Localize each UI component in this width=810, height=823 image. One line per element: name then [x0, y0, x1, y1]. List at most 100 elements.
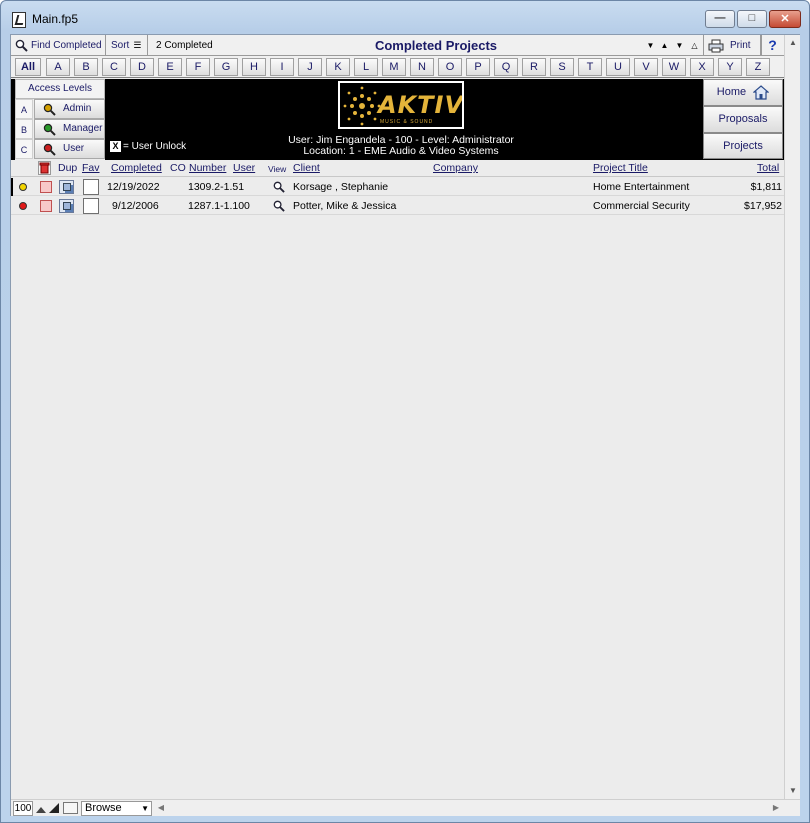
admin-button[interactable]: Admin [34, 99, 105, 119]
manager-label: Manager [63, 123, 103, 134]
admin-label: Admin [63, 103, 92, 114]
next-record-icon[interactable]: ▼ [673, 38, 686, 53]
alpha-filter-a[interactable]: A [46, 58, 70, 76]
maximize-button[interactable]: □ [737, 10, 767, 28]
dropdown-arrow-icon[interactable]: ▼ [644, 38, 657, 53]
row-marker [11, 197, 13, 215]
number-header[interactable]: Number [189, 162, 226, 174]
magnifier-icon [43, 103, 56, 116]
client-name: Korsage , Stephanie [293, 181, 389, 193]
logo-sunburst-icon [343, 86, 381, 126]
table-row[interactable]: 12/19/2022 1309.2-1.51 Korsage , Stephan… [11, 178, 784, 196]
zoom-out-icon[interactable] [35, 802, 47, 814]
project-number: 1287.1-1.100 [188, 200, 250, 212]
header-banner: Access Levels A Admin B Manager C User X… [11, 79, 784, 160]
client-name: Potter, Mike & Jessica [293, 200, 397, 212]
mode-select[interactable]: Browse ▼ [81, 801, 152, 816]
client-header[interactable]: Client [293, 162, 320, 174]
alpha-filter-z[interactable]: Z [746, 58, 770, 76]
co-header: CO [170, 162, 186, 174]
user-header[interactable]: User [233, 162, 255, 174]
alpha-filter-w[interactable]: W [662, 58, 686, 76]
scroll-right-icon[interactable]: ▶ [769, 800, 783, 816]
duplicate-button[interactable] [59, 199, 74, 213]
status-area-toggle-icon[interactable] [63, 802, 78, 814]
sort-filter-icon: ☰ [133, 40, 142, 50]
first-record-icon[interactable]: △ [688, 38, 701, 53]
alpha-filter-v[interactable]: V [634, 58, 658, 76]
view-magnifier-icon[interactable] [273, 200, 285, 212]
table-row[interactable]: 9/12/2006 1287.1-1.100 Potter, Mike & Je… [11, 197, 784, 215]
access-letter: A [15, 99, 33, 119]
alpha-filter-e[interactable]: E [158, 58, 182, 76]
proposals-button[interactable]: Proposals [703, 106, 783, 133]
projects-button[interactable]: Projects [703, 133, 783, 159]
alpha-filter-l[interactable]: L [354, 58, 378, 76]
alpha-filter-p[interactable]: P [466, 58, 490, 76]
magnifier-icon [43, 123, 56, 136]
sort-button[interactable]: Sort ☰ [106, 35, 148, 56]
company-logo: AKTIV MUSIC & SOUND [338, 81, 464, 129]
user-button[interactable]: User [34, 139, 105, 159]
help-button[interactable]: ? [761, 35, 783, 56]
alpha-filter-k[interactable]: K [326, 58, 350, 76]
alpha-filter-h[interactable]: H [242, 58, 266, 76]
alpha-filter-u[interactable]: U [606, 58, 630, 76]
delete-column-header[interactable] [38, 161, 51, 175]
alpha-filter-s[interactable]: S [550, 58, 574, 76]
minimize-button[interactable]: — [705, 10, 735, 28]
view-magnifier-icon[interactable] [273, 181, 285, 193]
alpha-filter-q[interactable]: Q [494, 58, 518, 76]
print-button[interactable]: Print [703, 35, 761, 56]
print-label: Print [730, 40, 751, 51]
total-header[interactable]: Total [757, 162, 779, 174]
prev-record-icon[interactable]: ▲ [658, 38, 671, 53]
find-completed-button[interactable]: Find Completed [11, 35, 106, 56]
completed-header[interactable]: Completed [111, 162, 162, 174]
duplicate-button[interactable] [59, 180, 74, 194]
project-title: Home Entertainment [593, 181, 690, 193]
alpha-filter-t[interactable]: T [578, 58, 602, 76]
alpha-filter-f[interactable]: F [186, 58, 210, 76]
mode-label: Browse [85, 802, 122, 814]
delete-checkbox[interactable] [40, 200, 52, 212]
toolbar: Find Completed Sort ☰ 2 Completed Comple… [11, 35, 784, 56]
status-dot [19, 202, 27, 210]
alpha-filter-x[interactable]: X [690, 58, 714, 76]
alpha-filter-d[interactable]: D [130, 58, 154, 76]
alpha-filter-all[interactable]: All [15, 58, 41, 76]
project-number: 1309.2-1.51 [188, 181, 245, 193]
scroll-down-icon[interactable]: ▼ [785, 783, 801, 799]
manager-button[interactable]: Manager [34, 119, 105, 139]
user-info-line2: Location: 1 - EME Audio & Video Systems [303, 145, 499, 157]
project-title-header[interactable]: Project Title [593, 162, 648, 174]
title-bar: Main.fp5 — □ ✕ [1, 1, 809, 35]
close-icon: ✕ [780, 13, 790, 25]
zoom-in-icon[interactable] [48, 802, 60, 814]
alpha-filter-y[interactable]: Y [718, 58, 742, 76]
scroll-up-icon[interactable]: ▲ [785, 35, 801, 51]
company-header[interactable]: Company [433, 162, 478, 174]
close-button[interactable]: ✕ [769, 10, 801, 28]
favorite-checkbox[interactable] [83, 179, 99, 195]
home-button[interactable]: Home [703, 79, 783, 106]
scroll-left-icon[interactable]: ◀ [154, 800, 168, 816]
vertical-scrollbar[interactable]: ▲ ▼ [784, 35, 800, 799]
alpha-filter-n[interactable]: N [410, 58, 434, 76]
alpha-filter-i[interactable]: I [270, 58, 294, 76]
document-area: Find Completed Sort ☰ 2 Completed Comple… [10, 34, 800, 816]
delete-checkbox[interactable] [40, 181, 52, 193]
status-bar: 100 Browse ▼ ◀ ▶ [11, 799, 800, 816]
alpha-filter-j[interactable]: J [298, 58, 322, 76]
alpha-filter-g[interactable]: G [214, 58, 238, 76]
alpha-filter-o[interactable]: O [438, 58, 462, 76]
favorite-checkbox[interactable] [83, 198, 99, 214]
alpha-filter-b[interactable]: B [74, 58, 98, 76]
fav-header[interactable]: Fav [82, 162, 100, 174]
alpha-filter-r[interactable]: R [522, 58, 546, 76]
alpha-filter-m[interactable]: M [382, 58, 406, 76]
alpha-filter-c[interactable]: C [102, 58, 126, 76]
find-completed-label: Find Completed [31, 40, 102, 51]
unlock-x-icon: X [110, 141, 121, 152]
zoom-level[interactable]: 100 [13, 801, 33, 816]
